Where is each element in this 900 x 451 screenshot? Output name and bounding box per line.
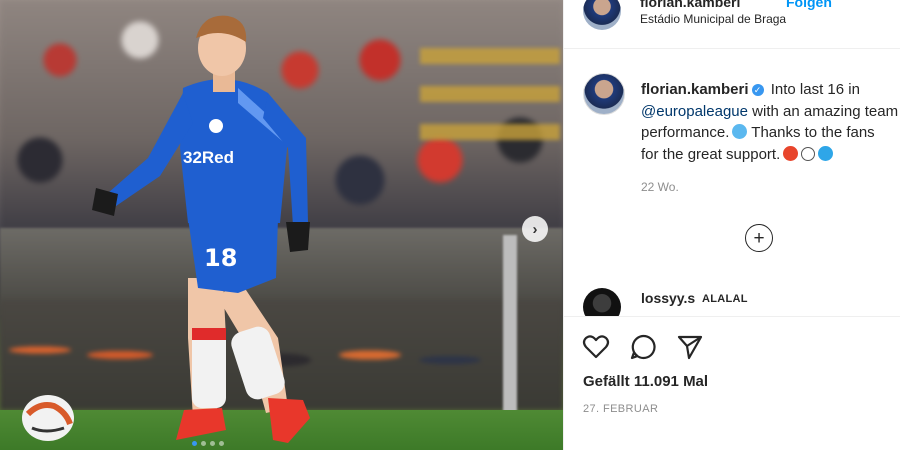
post-date: 27. FEBRUAR	[583, 403, 659, 415]
verified-badge-icon: ✓	[751, 84, 764, 96]
post-photo[interactable]: 18 32Red ›	[0, 0, 563, 450]
follow-button[interactable]: Folgen	[786, 0, 832, 10]
caption-timestamp: 22 Wo.	[641, 180, 679, 194]
carousel-dot	[192, 441, 197, 446]
stadium-seat-row	[420, 124, 560, 140]
shirt-sponsor: 32Red	[183, 148, 234, 167]
like-count[interactable]: Gefällt 11.091 Mal	[583, 373, 708, 390]
caption-line-2: with an amazing team	[752, 102, 899, 120]
caption-line-4: Thanks to the fans	[751, 124, 875, 141]
carousel-dots	[192, 441, 224, 446]
post-header: florian.kamberi Folgen Estádio Municipal…	[564, 0, 900, 49]
blue-circle-emoji-icon	[818, 145, 834, 161]
share-icon[interactable]	[676, 333, 704, 361]
football	[22, 395, 74, 441]
chevron-right-icon: ›	[532, 220, 538, 238]
caption-line-3: performance.	[641, 124, 730, 141]
stadium-seat-row	[420, 48, 560, 64]
author-username[interactable]: florian.kamberi	[640, 0, 740, 10]
football-player: 18 32Red	[92, 15, 310, 443]
carousel-dot	[219, 441, 224, 446]
author-avatar[interactable]	[583, 0, 621, 30]
comment-text: ALALAL	[702, 293, 748, 305]
caption-line-5: for the great support.	[641, 145, 781, 163]
post-location[interactable]: Estádio Municipal de Braga	[640, 12, 786, 26]
comment-icon[interactable]	[629, 333, 657, 361]
blue-heart-emoji-icon	[732, 124, 748, 139]
white-circle-emoji-icon	[801, 146, 816, 161]
caption-avatar[interactable]	[583, 73, 625, 115]
heart-icon[interactable]	[582, 333, 610, 361]
stadium-seat-row	[420, 86, 560, 102]
red-circle-emoji-icon	[783, 145, 799, 161]
post-detail-panel: florian.kamberi Folgen Estádio Municipal…	[563, 0, 900, 451]
plus-circle-icon: +	[753, 227, 765, 249]
caption-text: florian.kamberi ✓ Into last 16 in @europa…	[641, 79, 900, 165]
caption-username[interactable]: florian.kamberi	[641, 81, 749, 98]
caption-line-1: Into last 16 in	[770, 81, 860, 98]
carousel-dot	[201, 441, 206, 446]
carousel-dot	[210, 441, 215, 446]
shirt-number: 18	[204, 244, 237, 272]
carousel-next-button[interactable]: ›	[522, 216, 548, 242]
post-actions: Gefällt 11.091 Mal 27. FEBRUAR	[564, 316, 900, 451]
stadium-post	[503, 235, 517, 415]
caption-mention[interactable]: @europaleague	[641, 103, 748, 120]
load-more-comments-button[interactable]: +	[745, 224, 773, 252]
commenter-username[interactable]: lossyy.s	[641, 290, 695, 306]
